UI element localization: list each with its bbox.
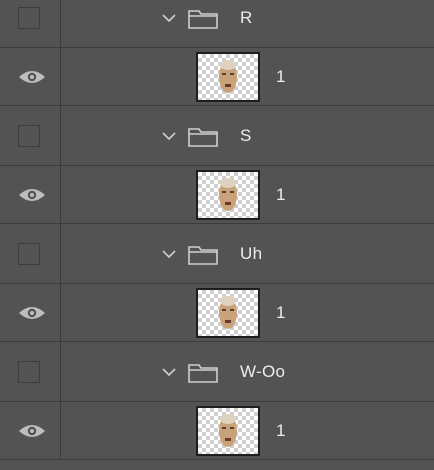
layer-group-row[interactable]: R: [0, 0, 434, 48]
visibility-column: [0, 402, 61, 459]
face-thumbnail-icon: [219, 177, 237, 211]
face-thumbnail-icon: [219, 59, 237, 93]
layer-row[interactable]: 1: [0, 166, 434, 224]
folder-icon: [188, 245, 218, 265]
layers-panel: R 1 S 1 Uh 1 W-Oo 1: [0, 0, 434, 460]
visibility-column: [0, 0, 61, 47]
layer-thumbnail[interactable]: [196, 51, 260, 102]
visibility-toggle-off[interactable]: [18, 6, 40, 29]
group-name[interactable]: W-Oo: [240, 362, 285, 382]
group-name[interactable]: Uh: [240, 244, 262, 264]
layer-name[interactable]: 1: [276, 185, 285, 205]
layer-row[interactable]: 1: [0, 284, 434, 342]
eye-icon[interactable]: [18, 187, 46, 203]
folder-icon: [188, 363, 218, 383]
folder-icon: [188, 127, 218, 147]
face-thumbnail-icon: [219, 413, 237, 447]
chevron-down-icon[interactable]: [162, 130, 176, 142]
chevron-down-icon[interactable]: [162, 248, 176, 260]
visibility-column: [0, 48, 61, 105]
visibility-column: [0, 224, 61, 283]
layer-row[interactable]: 1: [0, 402, 434, 460]
eye-icon[interactable]: [18, 305, 46, 321]
visibility-toggle-off[interactable]: [18, 242, 40, 265]
group-name[interactable]: S: [240, 126, 252, 146]
layer-name[interactable]: 1: [276, 67, 285, 87]
face-thumbnail-icon: [219, 295, 237, 329]
layer-group-row[interactable]: Uh: [0, 224, 434, 284]
layer-group-row[interactable]: S: [0, 106, 434, 166]
folder-icon: [188, 9, 218, 29]
layer-thumbnail[interactable]: [196, 169, 260, 220]
layer-group-row[interactable]: W-Oo: [0, 342, 434, 402]
layer-name[interactable]: 1: [276, 303, 285, 323]
visibility-column: [0, 342, 61, 401]
visibility-column: [0, 284, 61, 341]
chevron-down-icon[interactable]: [162, 366, 176, 378]
eye-icon[interactable]: [18, 423, 46, 439]
visibility-column: [0, 166, 61, 223]
visibility-column: [0, 106, 61, 165]
group-name[interactable]: R: [240, 8, 253, 28]
visibility-toggle-off[interactable]: [18, 124, 40, 147]
visibility-toggle-off[interactable]: [18, 360, 40, 383]
layer-thumbnail[interactable]: [196, 405, 260, 456]
layer-thumbnail[interactable]: [196, 287, 260, 338]
eye-icon[interactable]: [18, 69, 46, 85]
layer-row[interactable]: 1: [0, 48, 434, 106]
layer-name[interactable]: 1: [276, 421, 285, 441]
chevron-down-icon[interactable]: [162, 12, 176, 24]
